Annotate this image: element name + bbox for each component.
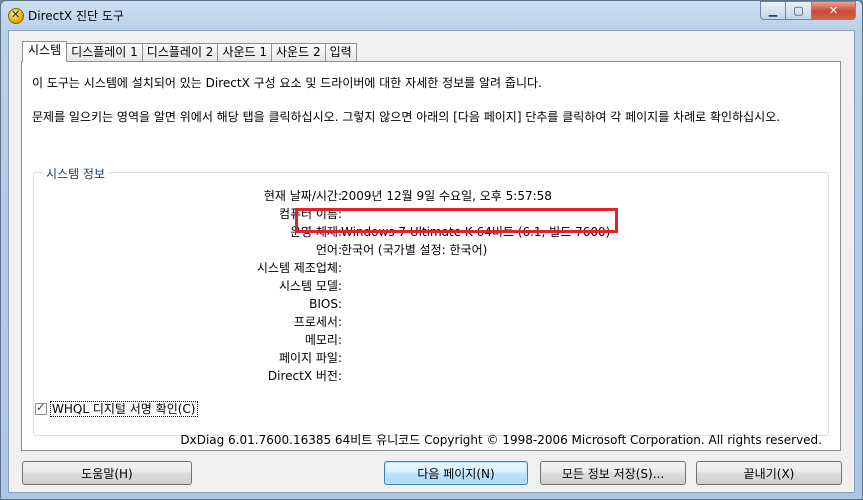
whql-checkbox[interactable] <box>35 401 47 415</box>
info-row-model: 시스템 모델: <box>34 277 828 295</box>
maximize-button[interactable]: ▢ <box>786 1 812 20</box>
info-value-redacted <box>341 349 531 367</box>
info-value: 한국어 (국가별 설정: 한국어) <box>341 243 488 257</box>
tab-input[interactable]: 입력 <box>324 43 357 61</box>
exit-button[interactable]: 끝내기(X) <box>696 461 842 485</box>
info-row-manufacturer: 시스템 제조업체: <box>34 259 828 277</box>
info-key: BIOS: <box>309 297 342 311</box>
whql-checkbox-container[interactable]: WHQL 디지털 서명 확인(C) <box>35 401 198 417</box>
system-info-group-label: 시스템 정보 <box>43 165 109 182</box>
info-key: DirectX 버전: <box>267 369 342 383</box>
directx-app-icon[interactable] <box>8 8 24 24</box>
system-tab-panel: 이 도구는 시스템에 설치되어 있는 DirectX 구성 요소 및 드라이버에… <box>21 61 841 451</box>
info-key: 현재 날짜/시간: <box>263 189 342 203</box>
intro-text-1: 이 도구는 시스템에 설치되어 있는 DirectX 구성 요소 및 드라이버에… <box>32 76 542 90</box>
info-key: 페이지 파일: <box>278 351 342 365</box>
info-key: 시스템 제조업체: <box>256 261 342 275</box>
client-area: 시스템 디스플레이 1 디스플레이 2 사운드 1 사운드 2 입력 이 도구는… <box>8 30 855 493</box>
info-row-directx-version: DirectX 버전: <box>34 367 828 385</box>
info-value-redacted <box>341 277 391 295</box>
info-row-datetime: 현재 날짜/시간: 2009년 12월 9일 수요일, 오후 5:57:58 <box>34 187 828 205</box>
minimize-icon: ▁ <box>768 4 778 17</box>
close-button[interactable]: ✕ <box>812 1 856 20</box>
tab-display-1[interactable]: 디스플레이 1 <box>66 43 143 61</box>
tab-system[interactable]: 시스템 <box>22 41 68 62</box>
tab-sound-2[interactable]: 사운드 2 <box>271 43 326 61</box>
system-info-group: 시스템 정보 현재 날짜/시간: 2009년 12월 9일 수요일, 오후 5:… <box>33 165 829 436</box>
maximize-icon: ▢ <box>793 4 804 17</box>
minimize-button[interactable]: ▁ <box>760 1 786 20</box>
info-row-bios: BIOS: <box>34 295 828 313</box>
info-value: 2009년 12월 9일 수요일, 오후 5:57:58 <box>341 189 552 203</box>
intro-text-2: 문제를 일으키는 영역을 알면 위에서 해당 탭을 클릭하십시오. 그렇지 않으… <box>32 110 781 124</box>
tab-display-2[interactable]: 디스플레이 2 <box>141 43 219 61</box>
tab-sound-1[interactable]: 사운드 1 <box>217 43 273 61</box>
copyright-text: DxDiag 6.01.7600.16385 64비트 유니코드 Copyrig… <box>180 433 822 447</box>
info-row-memory: 메모리: <box>34 331 828 349</box>
caption-buttons: ▁ ▢ ✕ <box>760 1 856 20</box>
info-key: 언어: <box>315 243 342 257</box>
whql-checkbox-label[interactable]: WHQL 디지털 서명 확인(C) <box>50 401 198 417</box>
info-value-redacted <box>341 295 441 313</box>
tab-bar: 시스템 디스플레이 1 디스플레이 2 사운드 1 사운드 2 입력 <box>22 41 357 62</box>
dxdiag-window: DirectX 진단 도구 ▁ ▢ ✕ 시스템 디스플레이 1 디스플레이 2 … <box>0 0 863 500</box>
info-key: 시스템 모델: <box>278 279 342 293</box>
info-value-redacted <box>341 367 401 385</box>
info-value-redacted <box>341 313 741 331</box>
title-bar[interactable]: DirectX 진단 도구 ▁ ▢ ✕ <box>1 1 862 29</box>
close-icon: ✕ <box>828 4 839 17</box>
os-highlight-box <box>295 208 618 233</box>
help-button[interactable]: 도움말(H) <box>22 461 192 485</box>
next-page-button[interactable]: 다음 페이지(N) <box>384 461 528 485</box>
save-all-info-button[interactable]: 모든 정보 저장(S)... <box>540 461 686 485</box>
info-key: 프로세서: <box>293 315 342 329</box>
info-row-page-file: 페이지 파일: <box>34 349 828 367</box>
window-title: DirectX 진단 도구 <box>28 9 124 23</box>
info-value-redacted <box>341 259 391 277</box>
info-value-redacted <box>341 331 421 349</box>
info-key: 메모리: <box>304 333 342 347</box>
info-row-language: 언어: 한국어 (국가별 설정: 한국어) <box>34 241 828 259</box>
info-row-processor: 프로세서: <box>34 313 828 331</box>
